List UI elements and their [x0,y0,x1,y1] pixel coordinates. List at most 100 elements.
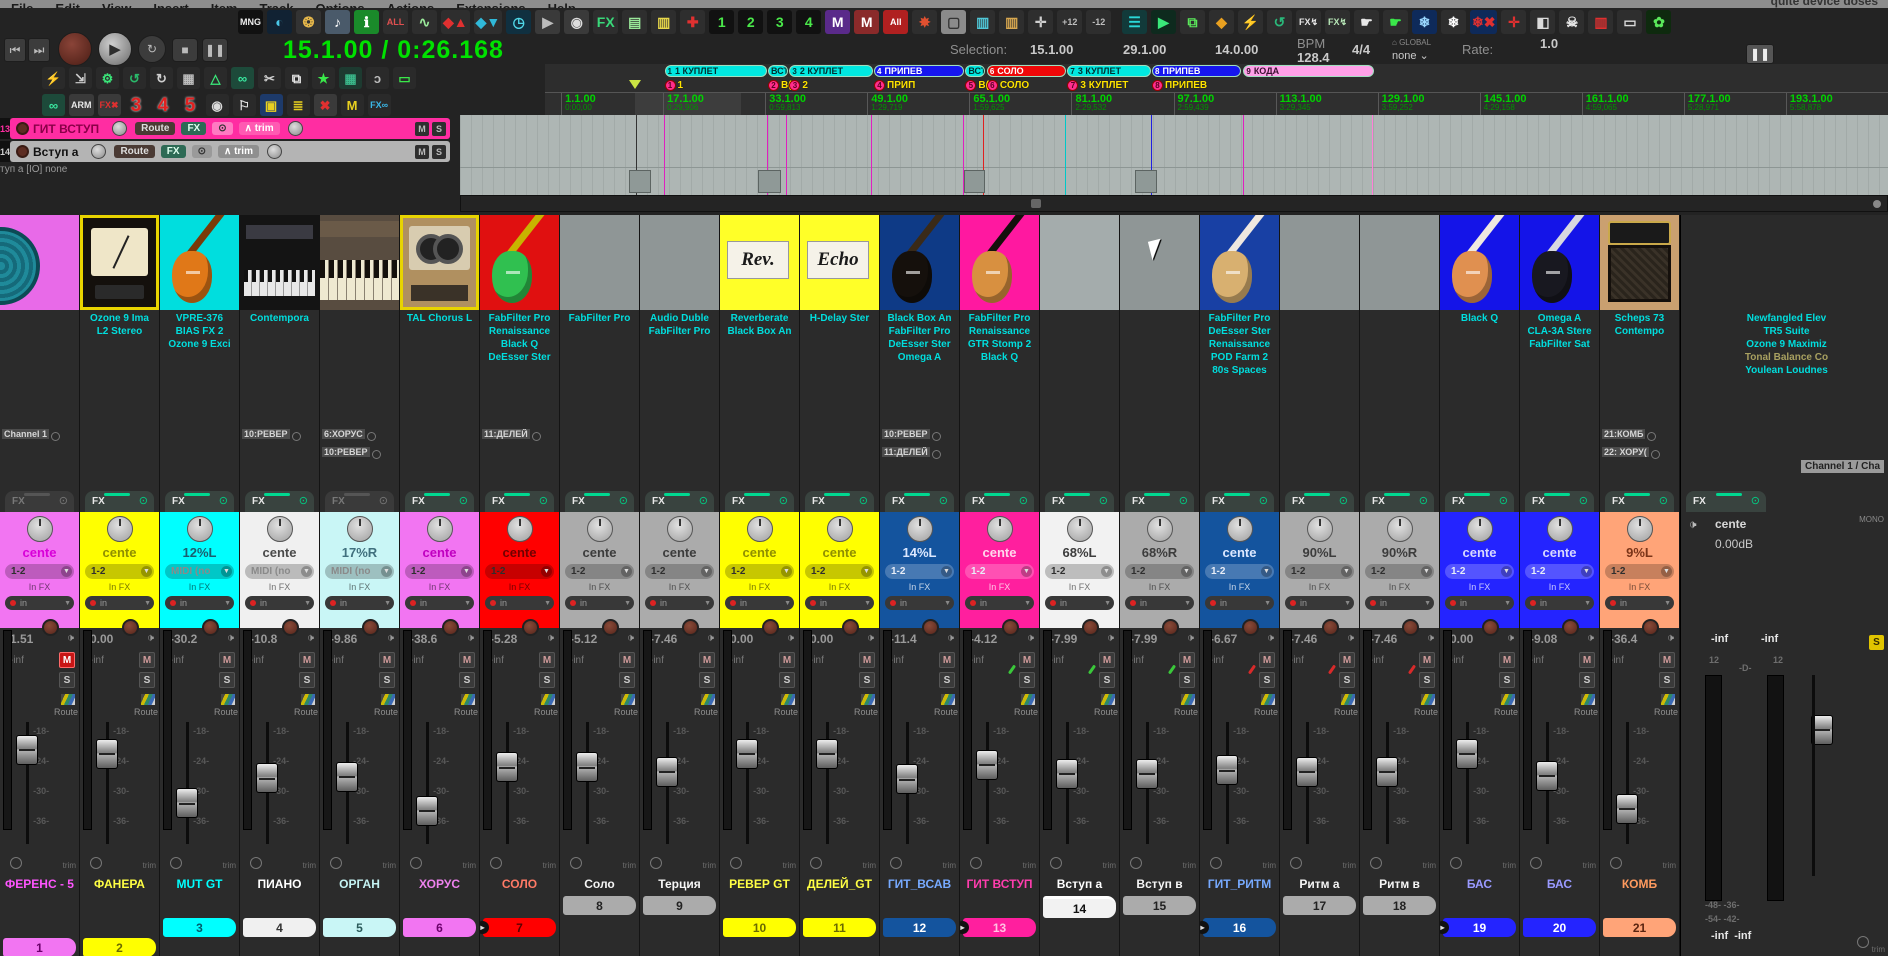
send-entry[interactable]: 10:РЕВЕР [322,447,370,457]
play-button[interactable]: ▶ [98,32,132,66]
fx-list[interactable]: Scheps 73 Contempo [1600,310,1679,428]
marker-ПРИПЕВ[interactable]: 8 ПРИПЕВ [1152,79,1207,91]
menu-item-file[interactable]: File [0,1,44,8]
fx-entry[interactable]: Audio Duble [640,312,719,325]
trim-button[interactable]: ∧ trim [217,145,259,158]
rate-value[interactable]: 1.0 [1540,36,1558,51]
volume-value[interactable]: -7.46 [1370,632,1397,646]
record-arm-icon[interactable] [16,122,29,135]
route-button[interactable]: Route [1014,707,1038,717]
output-select[interactable]: 1-2 ▼ [1285,564,1354,579]
fx-power-icon[interactable]: ⊙ [1579,494,1588,507]
input-select[interactable]: in ▼ [1205,596,1274,610]
speaker-icon[interactable]: 🕩 [1267,632,1274,645]
record-arm-button[interactable] [1642,619,1659,636]
solo-button[interactable]: S [1259,672,1275,688]
input-select[interactable]: in ▼ [885,596,954,610]
record-arm-button[interactable] [1242,619,1259,636]
fx-auto2-icon[interactable]: FX↯ [1325,10,1350,34]
sends-area[interactable] [1520,428,1599,487]
strip-number[interactable]: 11 [803,918,876,937]
trim-knob[interactable] [170,857,182,869]
folder-collapse-icon[interactable]: ▸ [1200,921,1209,934]
fx-button[interactable]: FX ⊙ [885,491,954,512]
input-select[interactable]: in ▼ [805,596,874,610]
routing-matrix-icon[interactable] [1661,694,1675,705]
input-select[interactable]: in ▼ [725,596,794,610]
sends-area[interactable] [160,428,239,487]
fx-list[interactable] [0,310,79,428]
sends-area[interactable] [720,428,799,487]
pan-knob[interactable] [186,516,213,542]
sends-area[interactable] [80,428,159,487]
fader-track[interactable] [1626,722,1629,844]
routing-matrix-icon[interactable] [1021,694,1035,705]
region-СОЛО[interactable]: 6 СОЛО [986,65,1067,77]
volume-value[interactable]: -7.99 [1050,632,1077,646]
output-select[interactable]: 1-2 ▼ [885,564,954,579]
volume-value[interactable]: -5.28 [490,632,517,646]
monitor-eye-icon[interactable]: ◉ [564,10,590,34]
region-КОДА[interactable]: 9 КОДА [1243,65,1374,77]
fx-entry[interactable]: Ozone 9 Ima [80,312,159,325]
input-fx-label[interactable]: In FX [1600,582,1679,592]
fx-button[interactable]: FX ⊙ [85,491,154,512]
speaker-icon[interactable]: 🕩 [1587,632,1594,645]
fx-button[interactable]: FX ⊙ [1285,491,1354,512]
pan-knob[interactable] [266,516,293,542]
volume-value[interactable]: -36.4 [1610,632,1637,646]
fx-button[interactable]: FX ⊙ [1605,491,1674,512]
fx-power-icon[interactable]: ⊙ [1499,494,1508,507]
volume-value[interactable]: -9.08 [1530,632,1557,646]
fx-button[interactable]: FX ⊙ [245,491,314,512]
volume-value[interactable]: 0.00 [90,632,113,646]
track-number-tab[interactable]: 14 [0,141,10,162]
routing-matrix-icon[interactable] [621,694,635,705]
fx-power-icon[interactable]: ⊙ [699,494,708,507]
output-select[interactable]: 1-2 ▼ [1445,564,1514,579]
link2-icon[interactable]: ∞ [42,94,65,116]
dock-icon[interactable]: ⇲ [69,67,92,89]
slot-1-icon[interactable]: 1 [709,10,735,34]
output-select[interactable]: 1-2 ▼ [485,564,554,579]
strip-number[interactable]: 17 [1283,896,1356,915]
routing-matrix-icon[interactable] [1501,694,1515,705]
pan-knob[interactable] [1386,516,1413,542]
send-knob[interactable] [1647,432,1657,441]
fader-track[interactable] [586,722,589,844]
input-select[interactable]: in ▼ [325,596,394,610]
input-fx-label[interactable]: In FX [1440,582,1519,592]
volume-value[interactable]: -5.12 [570,632,597,646]
pan-knob[interactable] [506,516,533,542]
input-select[interactable]: in ▼ [405,596,474,610]
fx-list[interactable]: Black Box An FabFilter Pro DeEsser Ster Ome… [880,310,959,428]
mute-button[interactable]: M [1419,652,1435,668]
menu-item-view[interactable]: View [91,1,142,8]
pan-knob[interactable] [826,516,853,542]
strip-number[interactable]: 4 [243,918,316,937]
volume-value[interactable]: -30.2 [170,632,197,646]
route-button[interactable]: Route [454,707,478,717]
fx-entry[interactable]: GTR Stomp 2 [960,338,1039,351]
strip-number[interactable]: ▸ 16 [1200,918,1276,937]
routing-matrix-icon[interactable] [1421,694,1435,705]
input-fx-label[interactable]: In FX [1040,582,1119,592]
region-ПРИПЕВ[interactable]: 8 ПРИПЕВ [1152,65,1241,77]
solo-button[interactable]: S [619,672,635,688]
fx-power-icon[interactable]: ⊙ [1339,494,1348,507]
routing-matrix-icon[interactable] [1261,694,1275,705]
mute-button[interactable]: M [59,652,75,668]
fx-button[interactable]: FX ⊙ [565,491,634,512]
region-2 КУПЛЕТ[interactable]: 32 КУПЛЕТ [789,65,873,77]
strip-number[interactable]: 9 [643,896,716,915]
sends-area[interactable] [1440,428,1519,487]
route-button[interactable]: Route [854,707,878,717]
speaker-icon[interactable]: 🕩 [867,632,874,645]
loop-play-icon[interactable]: ▶ [535,10,561,34]
mute-button[interactable]: M [859,652,875,668]
all-notes-icon[interactable]: ALL [383,10,408,34]
input-select[interactable]: in ▼ [85,596,154,610]
master-speaker-icon[interactable]: 🕩 [1689,517,1697,532]
fx-power-icon[interactable]: ⊙ [939,494,948,507]
fx-list[interactable]: Black Q [1440,310,1519,428]
